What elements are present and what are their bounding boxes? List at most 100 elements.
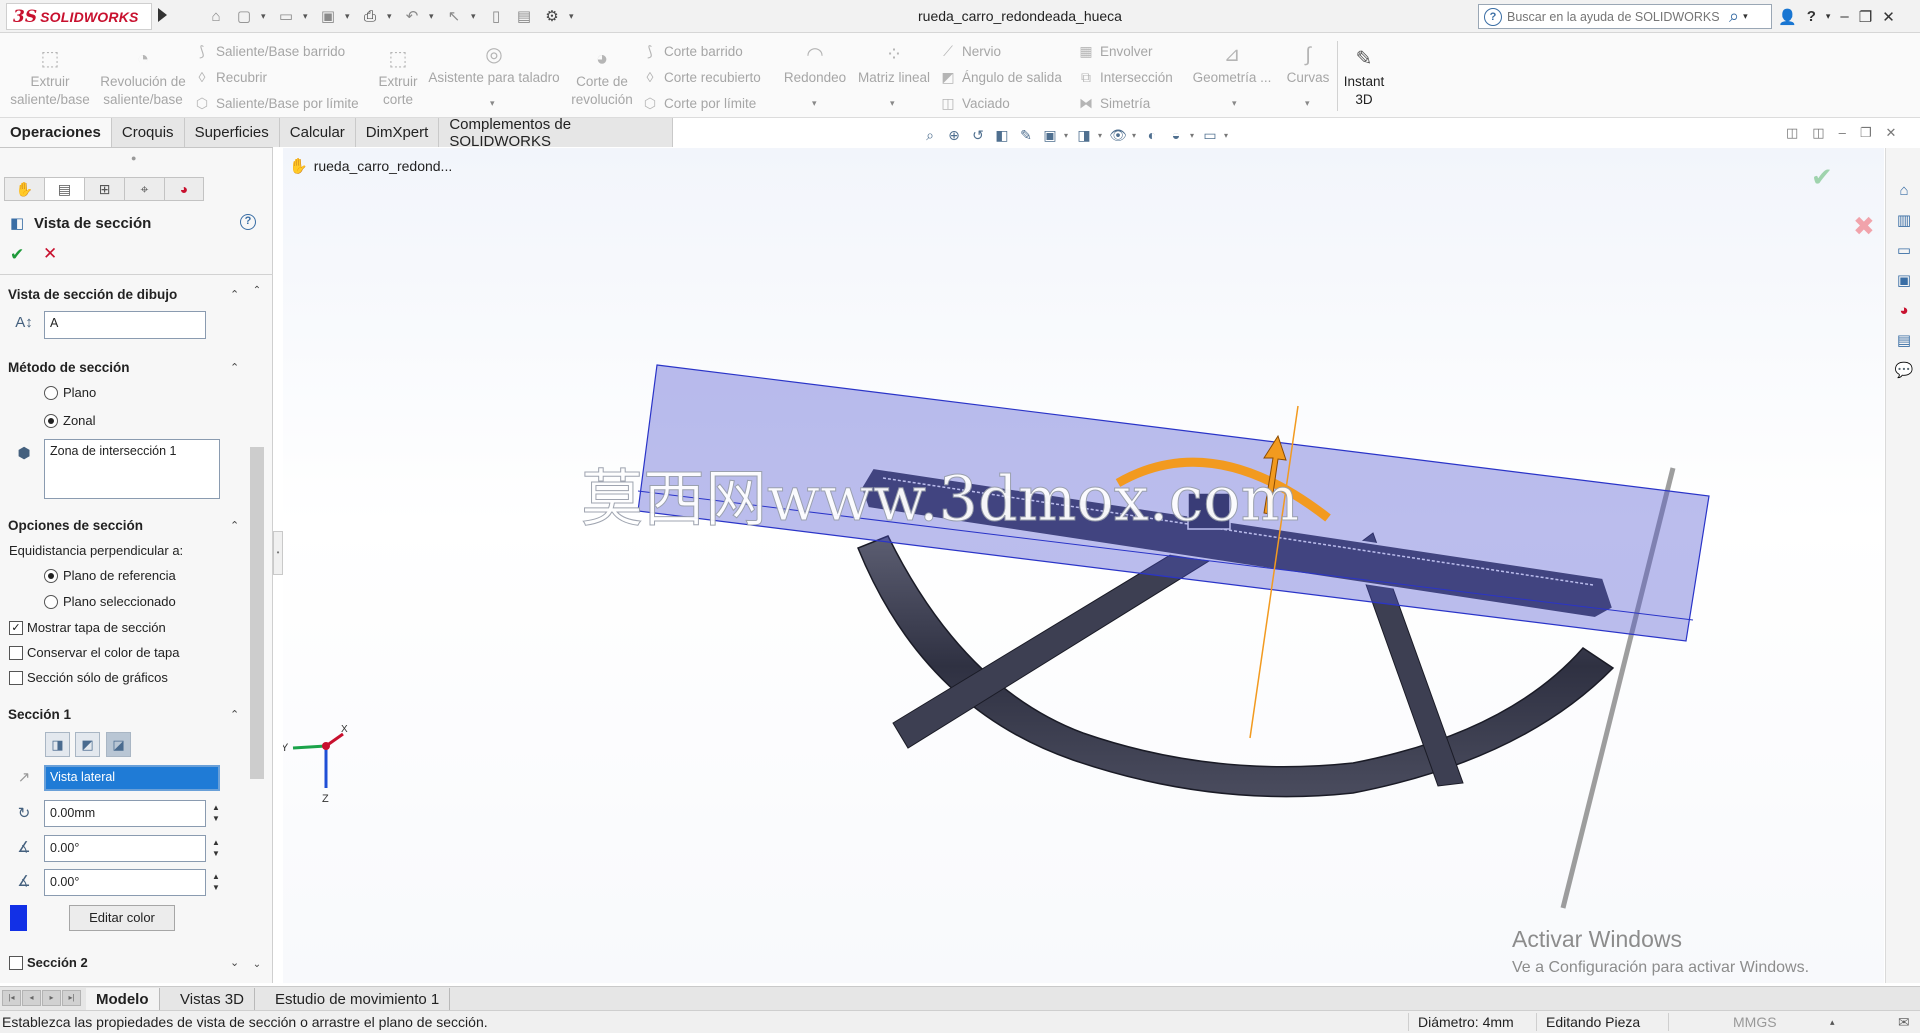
hide-show-items-icon[interactable]: 👁 — [1108, 125, 1128, 145]
checkbox-checked[interactable]: ✓ — [9, 620, 23, 635]
hole-wizard-button[interactable]: ◎ Asistente para taladro — [424, 43, 564, 87]
file-props-icon[interactable]: ▤ — [513, 6, 535, 26]
checkbox-unchecked[interactable] — [9, 955, 23, 970]
instant3d-button[interactable]: ✎ Instant 3D — [1338, 47, 1390, 109]
curves-dropdown-icon[interactable]: ▾ — [1305, 98, 1310, 109]
drawing-section-header[interactable]: Vista de sección de dibujo — [8, 287, 177, 302]
panel-collapse-handle-icon[interactable]: ● — [131, 153, 136, 163]
tab-modelo[interactable]: Modelo — [86, 988, 160, 1010]
display-manager-tab-icon[interactable]: ◕ — [164, 177, 204, 201]
zoom-to-fit-icon[interactable]: ⌕ — [920, 125, 940, 145]
user-icon[interactable]: 👤 — [1778, 8, 1797, 26]
shell-button[interactable]: ◫ Vaciado — [940, 95, 1009, 111]
rotation-x-spinner-icon[interactable]: ▲ ▼ — [210, 837, 222, 859]
tab-dimxpert[interactable]: DimXpert — [355, 118, 440, 147]
new-icon[interactable]: ▢ — [233, 6, 255, 26]
menu-expand-arrow-icon[interactable] — [158, 8, 167, 22]
property-scrollbar[interactable]: ⌃ ⌄ — [248, 283, 266, 978]
boundary-cut-button[interactable]: ⬡ Corte por límite — [642, 95, 756, 111]
viewport-restore-icon[interactable]: ❐ — [1860, 125, 1872, 141]
search-icon[interactable]: ⌕ — [1729, 6, 1739, 27]
nav-first-icon[interactable]: |◂ — [2, 990, 21, 1006]
offset-spinner-icon[interactable]: ▲ ▼ — [210, 802, 222, 824]
edit-appearance-icon[interactable]: ◐ — [1142, 125, 1162, 145]
rotation-y-input[interactable]: 0.00° — [44, 869, 206, 896]
graphics-only-checkbox[interactable]: Sección sólo de gráficos — [9, 670, 168, 685]
dynamic-annotation-icon[interactable]: ✎ — [1016, 125, 1036, 145]
status-notifications-icon[interactable]: ✉ — [1898, 1014, 1910, 1031]
confirm-cancel-icon[interactable]: ✖ — [1853, 212, 1875, 242]
apply-scene-dropdown-icon[interactable]: ▾ — [1190, 131, 1196, 140]
view-orientation-dropdown-icon[interactable]: ▾ — [1064, 131, 1070, 140]
curves-button[interactable]: ∫ Curvas — [1276, 43, 1340, 87]
scroll-thumb[interactable] — [250, 447, 264, 779]
viewport-tile-right-icon[interactable]: ◫ — [1812, 125, 1824, 141]
configuration-manager-tab-icon[interactable]: ⊞ — [84, 177, 124, 201]
nav-prev-icon[interactable]: ◂ — [22, 990, 41, 1006]
scroll-down-icon[interactable]: ⌄ — [250, 959, 264, 973]
checkbox-unchecked[interactable] — [9, 670, 23, 685]
display-style-dropdown-icon[interactable]: ▾ — [1098, 131, 1104, 140]
view-orientation-icon[interactable]: ▣ — [1040, 125, 1060, 145]
close-icon[interactable]: ✕ — [1882, 8, 1895, 26]
drawing-section-collapse-icon[interactable]: ⌃ — [230, 288, 239, 301]
property-manager-tab-icon[interactable]: ▤ — [44, 177, 84, 201]
reference-geometry-dropdown-icon[interactable]: ▾ — [1232, 98, 1237, 109]
help-icon[interactable]: ? — [1807, 8, 1816, 25]
hide-show-dropdown-icon[interactable]: ▾ — [1132, 131, 1138, 140]
ok-checkmark-icon[interactable]: ✔ — [10, 245, 24, 265]
linear-pattern-dropdown-icon[interactable]: ▾ — [890, 98, 895, 109]
tab-superficies[interactable]: Superficies — [184, 118, 280, 147]
custom-properties-icon[interactable]: ▤ — [1893, 330, 1915, 352]
feature-manager-tab-icon[interactable]: ✋ — [4, 177, 44, 201]
section-method-collapse-icon[interactable]: ⌃ — [230, 361, 239, 374]
tab-croquis[interactable]: Croquis — [111, 118, 185, 147]
file-explorer-icon[interactable]: ▭ — [1893, 240, 1915, 262]
restore-icon[interactable]: ❐ — [1859, 8, 1872, 26]
section2-checkbox[interactable]: Sección 2 — [9, 955, 88, 970]
undo-dropdown-icon[interactable]: ▾ — [429, 11, 437, 22]
select-dropdown-icon[interactable]: ▾ — [471, 11, 479, 22]
mirror-button[interactable]: ⧓ Simetría — [1078, 95, 1150, 111]
view-settings-dropdown-icon[interactable]: ▾ — [1224, 131, 1230, 140]
design-library-icon[interactable]: ▥ — [1893, 210, 1915, 232]
fillet-dropdown-icon[interactable]: ▾ — [812, 98, 817, 109]
open-dropdown-icon[interactable]: ▾ — [303, 11, 311, 22]
solidworks-logo[interactable]: 3S SOLIDWORKS — [6, 3, 152, 30]
confirm-ok-icon[interactable]: ✔ — [1811, 163, 1833, 193]
radio-circle[interactable] — [44, 594, 58, 609]
swept-boss-button[interactable]: ⟆ Saliente/Base barrido — [194, 43, 345, 59]
intersect-button[interactable]: ⧉ Intersección — [1078, 69, 1173, 85]
swept-cut-button[interactable]: ⟆ Corte barrido — [642, 43, 743, 59]
save-dropdown-icon[interactable]: ▾ — [345, 11, 353, 22]
view-settings-icon[interactable]: ▭ — [1200, 125, 1220, 145]
help-search-box[interactable]: ? ⌕ ▾ — [1478, 4, 1772, 29]
save-icon[interactable]: ▣ — [317, 6, 339, 26]
wrap-button[interactable]: ▦ Envolver — [1078, 43, 1152, 59]
revolve-cut-button[interactable]: ◕ Corte de revolución — [564, 47, 640, 109]
select-icon[interactable]: ↖ — [443, 6, 465, 26]
intersection-zone-list[interactable]: Zona de intersección 1 — [44, 439, 220, 499]
graphics-viewport[interactable]: Y Z X 莫西网www.3dmox.com ✔ ✖ ✋ rueda_carro… — [283, 148, 1884, 983]
edit-color-button[interactable]: Editar color — [69, 905, 175, 931]
section-method-header[interactable]: Método de sección — [8, 360, 130, 375]
section-name-input[interactable]: A — [44, 311, 206, 339]
tab-complementos[interactable]: Complementos de SOLIDWORKS — [439, 116, 673, 150]
options-icon[interactable]: ⚙ — [541, 6, 563, 26]
plane-right-button-icon[interactable]: ◪ — [106, 732, 131, 757]
scroll-up-icon[interactable]: ⌃ — [250, 285, 264, 299]
radio-circle-selected[interactable] — [44, 413, 58, 428]
rotation-y-spinner-icon[interactable]: ▲ ▼ — [210, 871, 222, 893]
viewport-tile-left-icon[interactable]: ◫ — [1786, 125, 1798, 141]
solidworks-resources-icon[interactable]: ⌂ — [1893, 180, 1915, 202]
appearances-icon[interactable]: ◕ — [1893, 300, 1915, 322]
rebuild-icon[interactable]: ▯ — [485, 6, 507, 26]
section-options-header[interactable]: Opciones de sección — [8, 518, 143, 533]
section1-header[interactable]: Sección 1 — [8, 707, 71, 722]
panel-splitter-handle[interactable]: • — [273, 531, 283, 575]
open-icon[interactable]: ▭ — [275, 6, 297, 26]
cancel-x-icon[interactable]: ✕ — [43, 244, 57, 264]
offset-sel-plane-radio[interactable]: Plano seleccionado — [44, 594, 176, 609]
part-name[interactable]: rueda_carro_redond... — [314, 158, 453, 174]
nav-next-icon[interactable]: ▸ — [42, 990, 61, 1006]
